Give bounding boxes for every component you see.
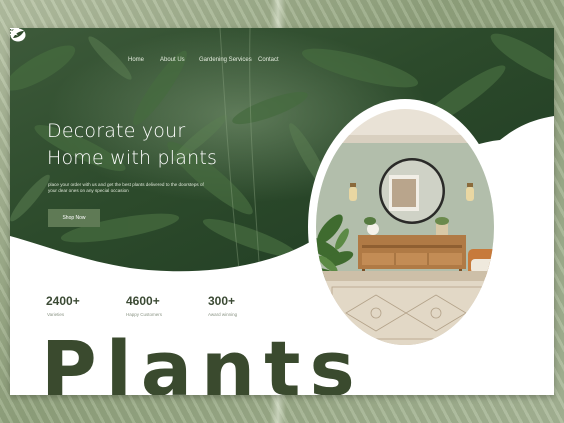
stat-awards-value: 300+ (208, 294, 236, 308)
stat-varieties-label: Varieties (47, 312, 65, 317)
room-photo-frame (308, 99, 502, 355)
hero-subtext: place your order with us and get the bes… (48, 182, 204, 194)
headline-line-1: Decorate your (47, 120, 186, 142)
stat-awards-label: Award winning (208, 312, 238, 317)
plants-display-heading: Plants (41, 324, 364, 395)
stat-customers-label: Happy Customers (126, 312, 163, 317)
search-icon[interactable] (10, 28, 18, 36)
nav-link-home[interactable]: Home (128, 57, 144, 63)
shop-now-button[interactable]: Shop Now (48, 209, 100, 227)
landing-page: Home About Us Gardening Services Contact… (10, 28, 554, 395)
nav-link-gardening-services[interactable]: Gardening Services (199, 57, 252, 63)
nav-link-about-us[interactable]: About Us (160, 57, 185, 63)
room-photo (316, 109, 494, 345)
stat-customers-value: 4600+ (126, 294, 160, 308)
headline-line-2: Home with plants (47, 147, 218, 169)
hero-headline: Decorate your Home with plants (47, 118, 247, 172)
nav-link-contact[interactable]: Contact (258, 57, 279, 63)
stat-varieties-value: 2400+ (46, 294, 80, 308)
